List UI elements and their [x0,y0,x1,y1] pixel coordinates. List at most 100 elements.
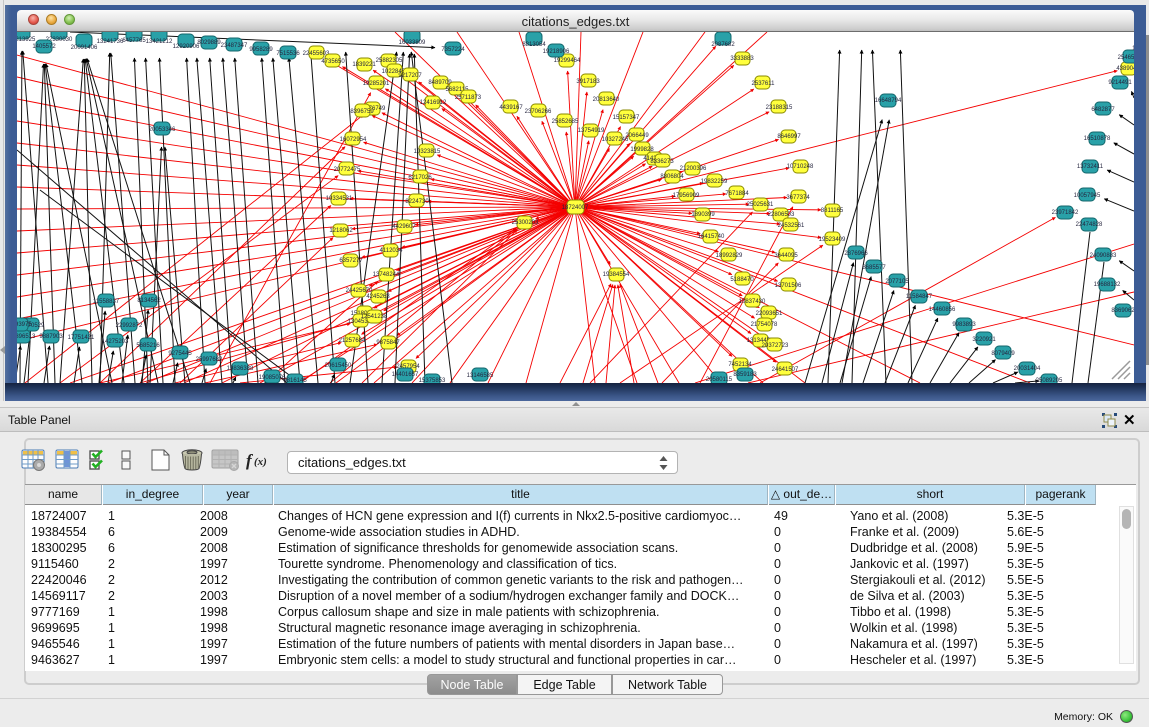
svg-text:14460856: 14460856 [929,307,956,313]
svg-text:20580115: 20580115 [706,377,733,383]
svg-text:13146585: 13146585 [467,373,494,379]
svg-text:17956909: 17956909 [673,193,700,199]
svg-text:3644095: 3644095 [774,253,798,259]
svg-text:2066449: 2066449 [625,133,649,139]
svg-text:22992872: 22992872 [116,323,143,329]
svg-text:23706266: 23706266 [525,109,552,115]
svg-text:8396759: 8396759 [350,109,374,115]
svg-text:25089205: 25089205 [1036,378,1063,383]
svg-text:13748244: 13748244 [373,272,400,278]
svg-text:25711873: 25711873 [455,95,482,101]
svg-text:25465435: 25465435 [1118,55,1134,61]
svg-text:9875847: 9875847 [376,340,400,346]
svg-text:16648794: 16648794 [875,98,902,104]
svg-text:16415740: 16415740 [698,234,725,240]
svg-text:(x): (x) [254,456,267,468]
svg-text:14401657: 14401657 [392,372,419,378]
svg-text:8029889: 8029889 [197,40,221,46]
svg-text:9275445: 9275445 [168,351,192,357]
svg-text:10710248: 10710248 [787,164,814,170]
svg-text:20091406: 20091406 [71,45,98,51]
svg-text:25300203: 25300203 [512,220,539,226]
svg-text:21200396: 21200396 [680,166,707,172]
svg-text:3220921: 3220921 [972,337,996,343]
svg-text:12920906: 12920906 [173,44,200,50]
svg-text:15157347: 15157347 [613,115,640,121]
svg-text:1890399: 1890399 [691,212,715,218]
svg-text:25025631: 25025631 [747,202,774,208]
svg-text:16510878: 16510878 [1084,136,1111,142]
svg-text:9983893: 9983893 [952,322,976,328]
svg-text:23487347: 23487347 [221,43,248,49]
svg-text:13701506: 13701506 [775,283,802,289]
svg-text:14275203: 14275203 [102,339,129,345]
svg-text:11584847: 11584847 [906,294,933,300]
svg-text:7671884: 7671884 [725,191,749,197]
svg-text:4439167: 4439167 [499,105,523,111]
svg-text:23188315: 23188315 [766,105,793,111]
svg-text:20615450: 20615450 [325,363,352,369]
svg-text:8813054: 8813054 [522,42,546,48]
svg-text:6217026: 6217026 [408,175,432,181]
svg-text:19384554: 19384554 [603,272,630,278]
svg-text:1405572: 1405572 [32,44,56,50]
svg-text:19688132: 19688132 [1094,282,1121,288]
svg-text:15375853: 15375853 [419,378,446,383]
svg-text:16396513: 16396513 [17,334,36,340]
svg-text:21754078: 21754078 [751,322,778,328]
svg-text:20772475: 20772475 [334,167,361,173]
svg-text:20053346: 20053346 [149,127,176,133]
svg-text:19285201: 19285201 [363,81,390,87]
svg-text:6482877: 6482877 [1091,107,1115,113]
svg-text:24532561: 24532561 [778,223,805,229]
svg-text:8369062: 8369062 [1111,308,1134,314]
svg-text:2876966: 2876966 [844,251,868,257]
svg-text:24090883: 24090883 [1090,253,1117,259]
svg-text:19832259: 19832259 [701,179,728,185]
svg-text:23971842: 23971842 [1052,210,1079,216]
svg-text:3333883: 3333883 [730,56,754,62]
svg-text:20813640: 20813640 [593,97,620,103]
svg-text:9958289: 9958289 [249,47,273,53]
svg-text:4429607: 4429607 [392,224,416,230]
svg-text:2537611: 2537611 [752,81,776,87]
svg-text:6457765: 6457765 [122,38,146,44]
svg-text:19836388: 19836388 [227,366,254,372]
svg-text:19523409: 19523409 [819,237,846,243]
svg-text:13241736: 13241736 [97,39,124,45]
svg-text:9217207: 9217207 [398,73,422,79]
svg-text:8134562: 8134562 [137,298,161,304]
svg-text:5685216: 5685216 [136,343,160,349]
svg-text:17751421: 17751421 [68,335,95,341]
svg-text:22806503: 22806503 [768,212,795,218]
svg-text:10334531: 10334531 [326,196,353,202]
svg-text:4389045: 4389045 [1116,66,1134,72]
svg-text:8806804: 8806804 [660,174,684,180]
svg-text:1839221: 1839221 [352,62,376,68]
svg-text:4735650: 4735650 [321,59,345,65]
svg-text:18724007: 18724007 [562,205,589,211]
svg-text:8811165: 8811165 [821,208,844,214]
svg-text:24641507: 24641507 [772,367,799,373]
svg-text:18992829: 18992829 [716,253,743,259]
svg-text:8359183: 8359183 [733,372,757,378]
svg-text:20372723: 20372723 [762,343,789,349]
svg-text:13732411: 13732411 [1077,164,1104,170]
svg-text:5793975: 5793975 [17,322,32,328]
svg-text:8224730: 8224730 [405,199,429,205]
svg-text:12541238: 12541238 [361,314,388,320]
svg-text:12416912: 12416912 [420,100,447,106]
svg-text:21257684: 21257684 [339,338,366,344]
svg-text:25997682: 25997682 [196,357,223,363]
svg-text:10327246: 10327246 [602,137,629,143]
svg-text:16072954: 16072954 [340,137,367,143]
svg-text:10323815: 10323815 [414,149,441,155]
svg-text:19085076: 19085076 [259,375,286,381]
svg-text:11558837: 11558837 [93,299,120,305]
svg-text:9816145: 9816145 [283,378,307,383]
svg-text:10057945: 10057945 [1074,193,1101,199]
svg-text:7452134: 7452134 [728,362,752,368]
svg-text:3677374: 3677374 [786,195,810,201]
svg-text:9887903: 9887903 [39,334,63,340]
svg-text:2087682: 2087682 [711,42,735,48]
